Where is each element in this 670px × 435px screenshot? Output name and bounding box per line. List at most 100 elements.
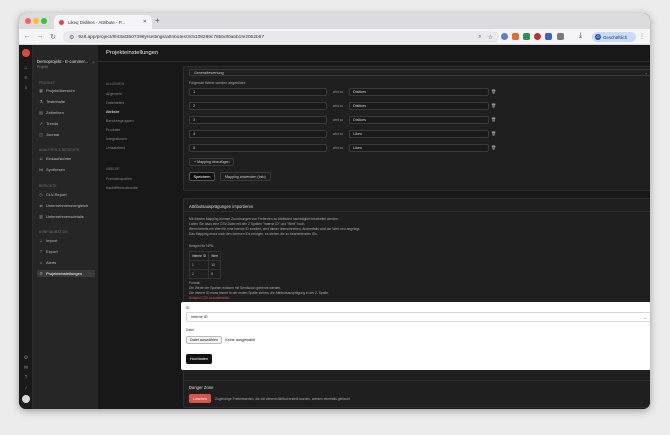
- settings-content: Generalbewertung ⌄ Folgende Werte werden…: [181, 62, 650, 409]
- mapping-id-field[interactable]: 5: [189, 144, 327, 152]
- mapping-value-field[interactable]: Dislikes: [349, 102, 489, 110]
- subnav-item[interactable]: Produkte: [106, 128, 120, 132]
- trash-icon[interactable]: 🗑: [491, 131, 496, 137]
- compare-icon: ⇄: [39, 203, 43, 208]
- sidebar-item-testinhalte[interactable]: ⚗ Testinhalte: [37, 98, 95, 105]
- sidebar-item-export[interactable]: ⇡ Export: [37, 248, 95, 255]
- trend-icon: ↗: [39, 121, 43, 126]
- mapping-value-field[interactable]: Likes: [349, 130, 489, 138]
- mapping-arrow-label: wird zu: [333, 104, 344, 108]
- browser-menu-icon[interactable]: ⋮: [639, 33, 645, 40]
- mapping-arrow-label: wird zu: [333, 146, 344, 150]
- browser-tab[interactable]: Likeq Dislikes - Attribute - P... ✕: [54, 15, 152, 29]
- mapping-value-field[interactable]: Dislikes: [349, 116, 489, 124]
- upload-panel: ID Interne ID ⌄ Datei Datei auswählen Ke…: [181, 302, 650, 370]
- subnav-item[interactable]: Umsatzfeed: [106, 146, 125, 150]
- sidebar-item-import[interactable]: ⇣ Import: [37, 237, 95, 244]
- sidebar-item-alerts[interactable]: ♫ Alerts: [37, 259, 95, 266]
- user-avatar[interactable]: [22, 395, 30, 403]
- reload-icon[interactable]: ↻: [48, 33, 58, 41]
- app-logo[interactable]: [22, 49, 30, 57]
- subnav-item[interactable]: Fremdenquellen: [106, 177, 132, 181]
- basket-icon: ⊔: [39, 156, 43, 161]
- extension-icon[interactable]: [534, 33, 541, 40]
- id-column-select[interactable]: Interne ID ⌄: [186, 312, 650, 322]
- subnav-item[interactable]: Integrationen: [106, 137, 127, 141]
- search-icon[interactable]: ⌕: [23, 85, 29, 91]
- extension-icon[interactable]: [523, 33, 530, 40]
- apply-mapping-button[interactable]: Mapping anwenden (Info): [220, 172, 271, 181]
- browser-window: Likeq Dislikes - Attribute - P... ✕ + ← …: [19, 13, 650, 409]
- trash-icon[interactable]: 🗑: [491, 145, 496, 151]
- sidebar-item-projektuebersicht[interactable]: ▦ Projektübersicht: [37, 87, 95, 94]
- subnav-item[interactable]: Kaufdifferenzbundle: [106, 186, 138, 190]
- icon-rail: ⌂ ≡ ⌕ ⚙ ✉ ? ♪: [19, 45, 33, 409]
- mapping-id-field[interactable]: 1: [189, 88, 327, 96]
- help-icon[interactable]: ?: [23, 375, 29, 381]
- mapping-id-field[interactable]: 2: [189, 102, 327, 110]
- trash-icon[interactable]: 🗑: [491, 89, 496, 95]
- delete-button[interactable]: Löschen: [189, 394, 211, 403]
- project-switcher[interactable]: Demoprojekt - E-commer... Projekt ›: [37, 59, 94, 69]
- extension-icon[interactable]: [545, 33, 552, 40]
- forward-icon[interactable]: →: [35, 33, 45, 40]
- mapping-row: 5 wird zu Likes 🗑: [189, 143, 496, 153]
- address-bar[interactable]: ⚙ 9z8.app/project/8f43af3507398y/setting…: [63, 31, 499, 43]
- mapping-id-field[interactable]: 4: [189, 130, 327, 138]
- site-info-icon[interactable]: ⚙: [69, 34, 74, 41]
- home-icon[interactable]: ⌂: [23, 65, 29, 71]
- zoom-icon[interactable]: ⌕: [478, 34, 481, 41]
- import-desc-line: Mit diesem Mapping können Zuordnungen vo…: [189, 217, 339, 221]
- sidebar-item-journal[interactable]: ◫ Journal: [37, 131, 95, 138]
- extension-icon[interactable]: [501, 33, 508, 40]
- format-line: Die Interne ID muss immer in der ersten …: [189, 291, 330, 295]
- sidebar-item-trends[interactable]: ↗ Trends: [37, 120, 95, 127]
- notifications-icon[interactable]: ♪: [23, 385, 29, 391]
- bookmark-star-icon[interactable]: ☆: [488, 34, 493, 41]
- new-tab-icon[interactable]: +: [155, 16, 160, 25]
- extension-icon[interactable]: [512, 33, 519, 40]
- trash-icon[interactable]: 🗑: [491, 117, 496, 123]
- url-text: 9z8.app/project/8f43af3507398y/settings/…: [78, 34, 265, 40]
- list-icon[interactable]: ≡: [23, 75, 29, 81]
- sidebar-item-clv-report[interactable]: ◷ CLV-Report: [37, 191, 95, 198]
- close-window-button[interactable]: [25, 18, 31, 24]
- minimize-window-button[interactable]: [33, 18, 39, 24]
- save-button[interactable]: Speichern: [189, 172, 215, 181]
- sidebar-item-synthesen[interactable]: ⋈ Synthesen: [37, 166, 95, 173]
- add-mapping-button[interactable]: + Mapping hinzufügen: [189, 158, 235, 166]
- attribute-type-dropdown[interactable]: Generalbewertung ⌄: [189, 69, 650, 76]
- mapping-id-field[interactable]: 3: [189, 116, 327, 124]
- mapping-value-field[interactable]: Likes: [349, 144, 489, 152]
- tab-title: Likeq Dislikes - Attribute - P...: [68, 19, 125, 25]
- sidebar-item-einkaufskoerbe[interactable]: ⊔ Einkaufskörbe: [37, 155, 95, 162]
- subnav-item[interactable]: Allgemein: [106, 92, 122, 96]
- back-icon[interactable]: ←: [22, 33, 32, 40]
- chat-icon[interactable]: ✉: [23, 365, 29, 371]
- subnav-item-attribute[interactable]: Attribute: [106, 110, 119, 114]
- flask-icon: ⚗: [39, 99, 43, 104]
- import-desc-line: Wenn bereits ein Wert für eine Interne I…: [189, 227, 361, 231]
- sidebar-item-unternehmensvergleich[interactable]: ⇄ Unternehmensvergleich: [37, 202, 95, 209]
- gear-icon: ⚙: [39, 271, 43, 276]
- subnav-item[interactable]: Datenfeflex: [106, 101, 124, 105]
- maximize-window-button[interactable]: [41, 18, 47, 24]
- sidebar-item-unternehmensdetails[interactable]: ▥ Unternehmensdetails: [37, 213, 95, 220]
- trash-icon[interactable]: 🗑: [491, 103, 496, 109]
- download-icon[interactable]: ⤓: [579, 32, 582, 40]
- profile-button[interactable]: G Geschäftlich: [592, 32, 636, 42]
- upload-button[interactable]: Hochladen: [186, 354, 212, 364]
- extensions-puzzle-icon[interactable]: [557, 33, 564, 40]
- example-label: Beispiel für NPS:: [189, 244, 214, 248]
- close-tab-icon[interactable]: ✕: [143, 19, 147, 25]
- project-sub: Projekt: [37, 65, 48, 69]
- mapping-value-field[interactable]: Dislikes: [349, 88, 489, 96]
- sidebar-item-projekteinstellungen[interactable]: ⚙ Projekteinstellungen: [37, 270, 95, 277]
- section-analysen: ANALYSEN & BERICHTE: [39, 148, 80, 152]
- main-area: Projekteinstellungen ALLGEMEIN Allgemein…: [98, 45, 650, 409]
- settings-icon[interactable]: ⚙: [23, 355, 29, 361]
- choose-file-button[interactable]: Datei auswählen: [186, 335, 223, 344]
- sidebar-item-zeitreihen[interactable]: ▤ Zeitreihen: [37, 109, 95, 116]
- subnav-item[interactable]: Benutzergruppen: [106, 119, 134, 123]
- download-example-link[interactable]: Beispiel CSV herunterladen: [189, 296, 230, 300]
